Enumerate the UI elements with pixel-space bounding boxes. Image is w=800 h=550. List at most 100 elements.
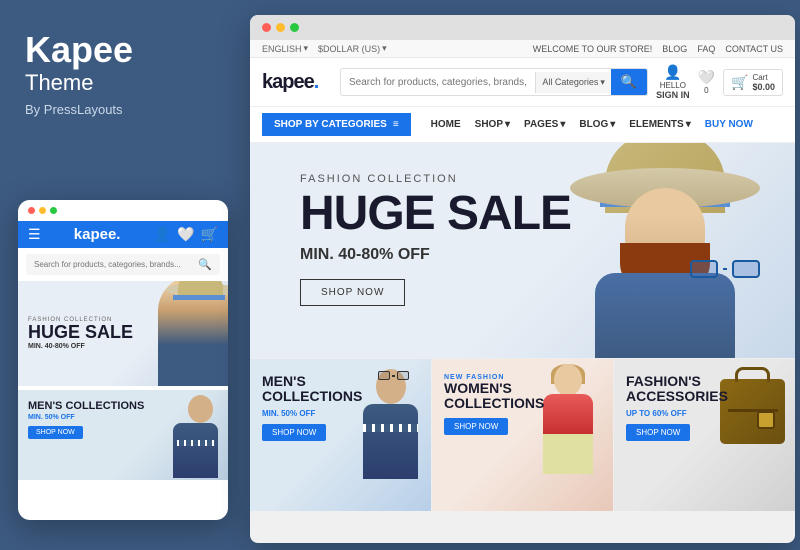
- mobile-search-bar[interactable]: 🔍: [26, 254, 220, 275]
- glasses: [690, 260, 760, 280]
- mobile-mens-banner: MEN'S COLLECTIONS MIN. 50% OFF SHOP NOW: [18, 390, 228, 480]
- site-logo: kapee.: [262, 71, 332, 94]
- utility-bar: ENGLISH ▾ $DOLLAR (US) ▾ WELCOME TO OUR …: [250, 40, 795, 58]
- shop-chevron-icon: ▾: [505, 119, 510, 130]
- nav-home[interactable]: HOME: [431, 119, 461, 130]
- brand-subtitle: Theme: [25, 70, 220, 96]
- hero-fashion-label: FASHION COLLECTION: [300, 173, 571, 185]
- currency-chevron-icon: ▾: [382, 43, 387, 54]
- bag-illustration: [720, 379, 785, 444]
- mobile-mockup: ☰ kapee. 👤 🤍 🛒 🔍 FASHION COLLECTION HUGE…: [18, 200, 228, 520]
- mens-sale-pct: MIN. 50% OFF: [262, 409, 362, 418]
- main-nav-links: HOME SHOP ▾ PAGES ▾ BLOG ▾ ELEMENTS ▾ BU: [431, 119, 753, 130]
- mobile-action-icons: 👤 🤍 🛒: [154, 226, 218, 243]
- bp-head: [376, 369, 406, 404]
- shop-by-categories-button[interactable]: SHOP BY CATEGORIES ≡: [262, 113, 411, 136]
- glass-lens-left: [690, 260, 718, 278]
- nav-elements[interactable]: ELEMENTS ▾: [629, 119, 690, 130]
- mobile-user-icon[interactable]: 👤: [154, 226, 171, 243]
- blog-link[interactable]: BLOG: [662, 44, 687, 54]
- mobile-shop-now-button[interactable]: SHOP NOW: [28, 426, 83, 439]
- desktop-dot-green: [290, 23, 299, 32]
- brand-by: By PressLayouts: [25, 102, 220, 117]
- cart-action[interactable]: 🛒 Cart $0.00: [723, 69, 783, 96]
- search-button[interactable]: 🔍: [611, 69, 647, 95]
- mobile-huge-sale: HUGE SALE: [28, 323, 133, 341]
- elements-chevron-icon: ▾: [686, 119, 691, 130]
- nav-actions: 👤 HELLO SIGN IN 🤍 0 🛒 Cart $0.00: [656, 64, 783, 100]
- hero-min-off: MIN. 40-80% OFF: [300, 246, 571, 264]
- bp-shirt: [363, 424, 418, 432]
- womens-head: [554, 364, 582, 396]
- mens-person-image: [351, 369, 431, 509]
- menu-icon: ≡: [393, 119, 399, 130]
- mobile-topbar: ☰ kapee. 👤 🤍 🛒: [18, 221, 228, 248]
- nav-blog[interactable]: BLOG ▾: [579, 119, 615, 130]
- accessories-shop-now-button[interactable]: SHOP NOW: [626, 424, 690, 441]
- mobile-dot-red: [28, 207, 35, 214]
- lang-chevron-icon: ▾: [304, 43, 309, 54]
- accessories-sale-pct: UP TO 60% OFF: [626, 409, 728, 418]
- currency-selector[interactable]: $DOLLAR (US) ▾: [318, 43, 387, 54]
- faq-link[interactable]: FAQ: [697, 44, 715, 54]
- mobile-search-input[interactable]: [34, 260, 198, 269]
- accessories-image: [720, 379, 785, 444]
- bp-lens-right: [397, 371, 409, 380]
- mobile-wishlist-icon[interactable]: 🤍: [177, 226, 194, 243]
- womens-banner-title: WOMEN'SCOLLECTIONS: [444, 381, 544, 412]
- bp-bridge: [392, 375, 395, 377]
- language-selector[interactable]: ENGLISH ▾: [262, 43, 308, 54]
- cart-total: $0.00: [752, 82, 775, 92]
- womens-body: [543, 394, 593, 474]
- mobile-hero-image: [148, 281, 228, 386]
- desktop-dot-yellow: [276, 23, 285, 32]
- mobile-mens-image: [163, 395, 223, 480]
- wishlist-action[interactable]: 🤍 0: [698, 69, 715, 95]
- search-input[interactable]: [341, 72, 535, 93]
- left-panel: Kapee Theme By PressLayouts ☰ kapee. 👤 🤍…: [0, 0, 245, 550]
- brand-title: Kapee: [25, 30, 220, 70]
- bp-glasses: [378, 371, 409, 380]
- bag-handle: [735, 367, 770, 382]
- glass-bridge: [723, 268, 728, 270]
- welcome-text: WELCOME TO OUR STORE!: [533, 44, 653, 54]
- mens-shop-now-button[interactable]: SHOP NOW: [262, 424, 326, 441]
- accessories-banner: FASHION'SACCESSORIES UP TO 60% OFF SHOP …: [614, 359, 795, 511]
- hero-person-image: [565, 143, 765, 358]
- womens-collections-banner: NEW FASHION WOMEN'SCOLLECTIONS SHOP NOW: [432, 359, 614, 511]
- nav-buy-now[interactable]: BUY NOW: [705, 119, 753, 130]
- mobile-cart-icon[interactable]: 🛒: [201, 226, 218, 243]
- user-icon: 👤: [664, 64, 681, 81]
- cat-chevron-icon: ▾: [600, 77, 605, 88]
- nav-pages[interactable]: PAGES ▾: [524, 119, 565, 130]
- womens-banner-text: NEW FASHION WOMEN'SCOLLECTIONS SHOP NOW: [444, 374, 544, 435]
- blog-chevron-icon: ▾: [610, 119, 615, 130]
- person-body: [595, 273, 735, 358]
- search-bar[interactable]: All Categories ▾ 🔍: [340, 68, 648, 96]
- bp-lens-left: [378, 371, 390, 380]
- accessories-banner-text: FASHION'SACCESSORIES UP TO 60% OFF SHOP …: [626, 374, 728, 441]
- product-banners: MEN'SCOLLECTIONS MIN. 50% OFF SHOP NOW: [250, 358, 795, 511]
- hero-huge-sale: HUGE SALE: [300, 190, 571, 238]
- mens-banner-text: MEN'SCOLLECTIONS MIN. 50% OFF SHOP NOW: [262, 374, 362, 441]
- logo-dot: .: [314, 71, 319, 93]
- signin-label: HELLO: [660, 81, 686, 90]
- glass-lens-right: [732, 260, 760, 278]
- desktop-dot-red: [262, 23, 271, 32]
- mobile-menu-icon[interactable]: ☰: [28, 226, 41, 243]
- nav-shop[interactable]: SHOP ▾: [475, 119, 510, 130]
- hero-shop-now-button[interactable]: SHOP NOW: [300, 279, 405, 306]
- cart-icon: 🛒: [731, 74, 748, 91]
- mobile-min-off: MIN. 40-80% OFF: [28, 343, 133, 350]
- wishlist-count: 0: [704, 86, 708, 95]
- signin-text: SIGN IN: [656, 90, 690, 100]
- contact-link[interactable]: CONTACT US: [725, 44, 783, 54]
- mobile-search-icon[interactable]: 🔍: [198, 258, 212, 271]
- desktop-titlebar: [250, 15, 795, 40]
- mobile-hero: FASHION COLLECTION HUGE SALE MIN. 40-80%…: [18, 281, 228, 386]
- desktop-content: ENGLISH ▾ $DOLLAR (US) ▾ WELCOME TO OUR …: [250, 40, 795, 511]
- signin-action[interactable]: 👤 HELLO SIGN IN: [656, 64, 690, 100]
- category-bar: SHOP BY CATEGORIES ≡ HOME SHOP ▾ PAGES ▾…: [250, 107, 795, 143]
- womens-shop-now-button[interactable]: SHOP NOW: [444, 418, 508, 435]
- category-dropdown[interactable]: All Categories ▾: [535, 72, 611, 93]
